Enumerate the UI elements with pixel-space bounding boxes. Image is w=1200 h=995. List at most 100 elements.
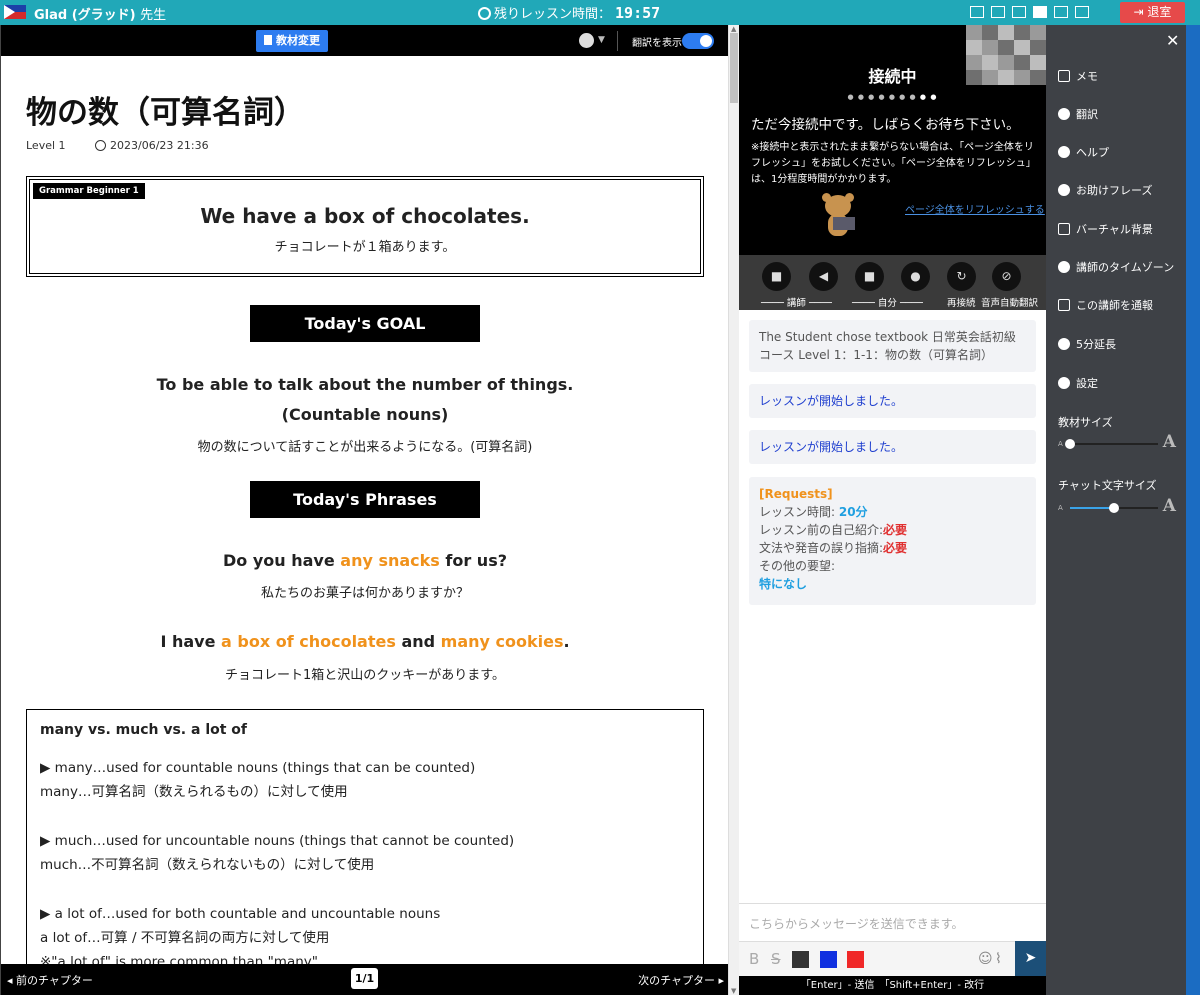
requests-title: [Requests] [759, 487, 833, 501]
color-black-swatch[interactable] [792, 951, 809, 968]
layout-1-icon[interactable] [970, 6, 984, 18]
usage-line: ▶ much…used for uncountable nouns (thing… [40, 833, 515, 849]
menu-item-settings[interactable]: 設定 [1058, 375, 1098, 391]
chat-format-toolbar: B S ☺ ⌇ [739, 941, 1046, 976]
help-icon [1058, 146, 1070, 158]
goal-line-1: To be able to talk about the number of t… [156, 375, 574, 394]
color-blue-swatch[interactable] [820, 951, 837, 968]
grammar-japanese: チョコレートが１箱あります。 [274, 240, 456, 255]
self-mic-icon[interactable]: ● [901, 262, 930, 291]
image-icon [1058, 223, 1070, 235]
usage-line: ※"a lot of" is more common than "many" [40, 954, 318, 964]
chevron-down-icon[interactable]: ▼ [598, 35, 605, 45]
reconnect-icon[interactable]: ↻ [947, 262, 976, 291]
scroll-thumb[interactable] [730, 33, 738, 103]
material-size-slider[interactable]: AA [1058, 432, 1176, 454]
scroll-up-icon[interactable]: ▲ [731, 25, 736, 33]
goal-japanese: 物の数について話すことが出来るようになる。(可算名詞) [197, 440, 533, 455]
usage-line: many…可算名詞（数えられるもの）に対して使用 [40, 784, 348, 800]
layout-5-icon[interactable] [1054, 6, 1068, 18]
usage-note-box: many vs. much vs. a lot of ▶ many…used f… [26, 709, 704, 964]
teacher-controls-label: ──── 講師 ──── [761, 298, 832, 309]
self-controls-label: ──── 自分 ──── [852, 298, 923, 309]
auto-translate-label: 音声自動翻訳 [981, 298, 1039, 309]
exit-button[interactable]: ⇥ 退室 [1120, 2, 1185, 23]
close-icon[interactable]: ✕ [1166, 31, 1179, 50]
menu-item-teacher-timezone[interactable]: 講師のタイムゾーン [1058, 259, 1174, 275]
chat-message: レッスンが開始しました。 [749, 384, 1036, 418]
language-globe-icon[interactable] [579, 33, 594, 48]
attach-icon[interactable]: ⌇ [995, 951, 1002, 967]
goal-heading: Today's GOAL [250, 305, 480, 342]
menu-item-translate[interactable]: 翻訳 [1058, 106, 1098, 122]
layout-3-icon[interactable] [1012, 6, 1026, 18]
self-camera-icon[interactable]: ■ [855, 262, 884, 291]
chat-message: レッスンが開始しました。 [749, 430, 1036, 464]
chat-input[interactable]: こちらからメッセージを送信できます。 [739, 903, 1046, 941]
menu-item-report-teacher[interactable]: この講師を通報 [1058, 297, 1153, 313]
reconnect-label: 再接続 [947, 298, 976, 309]
video-area: 接続中 ● ● ● ● ● ● ● ● ● ただ今接続中です。しばらくお待ち下さ… [739, 25, 1046, 255]
flag-icon [1058, 299, 1070, 311]
connection-note: ※接続中と表示されたまま繋がらない場合は、「ページ全体をリフレッシュ」をお試しく… [751, 142, 1036, 185]
teacher-camera-icon[interactable]: ■ [762, 262, 791, 291]
scroll-down-icon[interactable]: ▼ [731, 987, 736, 995]
connection-status: 接続中 [868, 67, 917, 86]
menu-item-help-phrases[interactable]: お助けフレーズ [1058, 182, 1152, 198]
menu-item-memo[interactable]: メモ [1058, 68, 1098, 84]
teacher-name: Glad (グラッド) 先生 [34, 8, 167, 23]
phrase-2: I have a box of chocolates and many cook… [160, 632, 570, 651]
gear-icon [1058, 377, 1070, 389]
usage-note-title: many vs. much vs. a lot of [40, 722, 248, 738]
auto-translate-icon[interactable]: ⊘ [992, 262, 1021, 291]
speech-bubble-icon [1058, 184, 1070, 196]
small-a-icon: A [1058, 504, 1063, 512]
bear-mascot-icon [819, 193, 859, 245]
timer-value: 19:57 [615, 4, 661, 22]
change-material-button[interactable]: 教材変更 [256, 30, 328, 52]
edit-icon [1058, 70, 1070, 82]
lesson-meta: Level 1 2023/06/23 21:36 [26, 139, 209, 152]
layout-4-icon[interactable] [1033, 6, 1047, 18]
chat-size-label: チャット文字サイズ [1058, 479, 1157, 492]
toolbar-divider [617, 31, 618, 51]
chat-key-hint: 「Enter」- 送信 「Shift+Enter」- 改行 [739, 976, 1046, 995]
usage-line: ▶ a lot of…used for both countable and u… [40, 906, 441, 922]
slider-knob[interactable] [1109, 503, 1119, 513]
chat-message: The Student chose textbook 日常英会話初級コース Le… [749, 320, 1036, 372]
material-toolbar: 教材変更 ▼ 翻訳を表示 [1, 25, 729, 56]
emoji-icon[interactable]: ☺ [978, 951, 993, 967]
phrase-2-japanese: チョコレート1箱と沢山のクッキーがあります。 [225, 668, 505, 683]
send-button[interactable]: ➤ [1015, 941, 1046, 976]
waiting-message: ただ今接続中です。しばらくお待ち下さい。 [751, 117, 1020, 133]
layout-switcher [970, 6, 1096, 21]
material-size-label: 教材サイズ [1058, 416, 1113, 429]
material-panel: 教材変更 ▼ 翻訳を表示 物の数（可算名詞） Level 1 2023/06/2… [0, 25, 729, 995]
layout-6-icon[interactable] [1075, 6, 1089, 18]
menu-item-virtual-background[interactable]: バーチャル背景 [1058, 221, 1153, 237]
top-bar: Glad (グラッド) 先生 残りレッスン時間： 19:57 ⇥ 退室 [0, 0, 1200, 25]
layout-2-icon[interactable] [991, 6, 1005, 18]
menu-item-extend[interactable]: 5分延長 [1058, 336, 1116, 352]
next-chapter-button[interactable]: 次のチャプター ▸ [638, 972, 724, 988]
send-icon: ➤ [1024, 950, 1037, 966]
usage-line: a lot of…可算 / 不可算名詞の両方に対して使用 [40, 930, 330, 946]
phrase-1-japanese: 私たちのお菓子は何かありますか？ [260, 586, 469, 601]
lesson-timer: 残りレッスン時間： 19:57 [478, 3, 660, 22]
menu-item-help[interactable]: ヘルプ [1058, 144, 1109, 160]
requests-message: [Requests] レッスン時間: 20分 レッスン前の自己紹介:必要 文法や… [749, 477, 1036, 605]
slider-knob[interactable] [1065, 439, 1075, 449]
translate-toggle[interactable] [682, 33, 714, 49]
color-red-swatch[interactable] [847, 951, 864, 968]
clock-icon [478, 7, 491, 20]
bold-icon[interactable]: B [749, 950, 759, 968]
chat-size-slider[interactable]: AA [1058, 496, 1176, 518]
strikethrough-icon[interactable]: S [771, 950, 781, 968]
large-a-icon: A [1162, 496, 1176, 516]
chevron-right-icon: ▸ [714, 974, 724, 987]
refresh-page-link[interactable]: ページ全体をリフレッシュする [905, 201, 1045, 216]
prev-chapter-button[interactable]: ◂ 前のチャプター [7, 972, 93, 988]
teacher-speaker-icon[interactable]: ◀ [809, 262, 838, 291]
material-scrollbar[interactable]: ▲ ▼ [728, 25, 739, 995]
lesson-document: 物の数（可算名詞） Level 1 2023/06/23 21:36 Gramm… [1, 56, 729, 964]
